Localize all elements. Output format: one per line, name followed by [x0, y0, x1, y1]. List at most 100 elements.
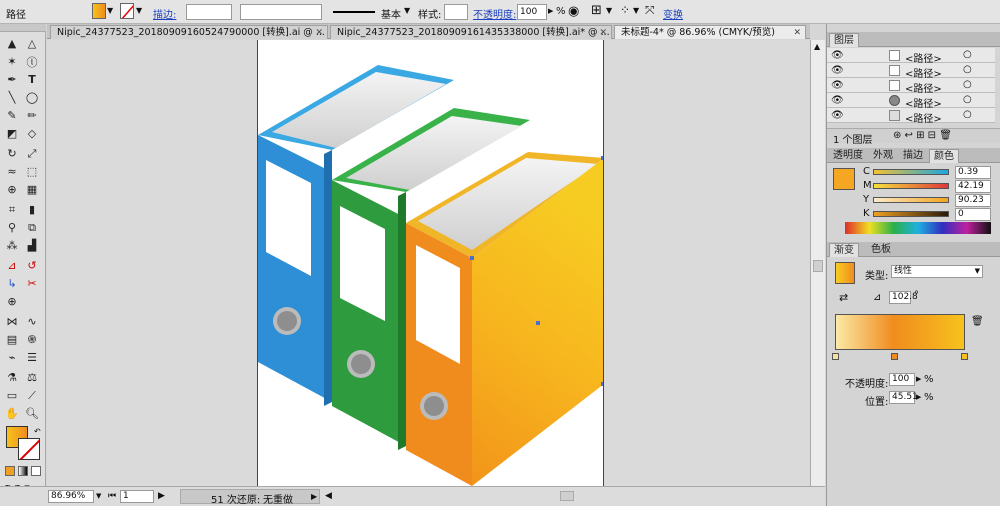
- width-tool-icon[interactable]: ⋈: [4, 314, 20, 329]
- stroke-indicator[interactable]: [18, 438, 40, 460]
- m-slider[interactable]: [873, 183, 949, 189]
- target-circle-icon[interactable]: ○: [963, 94, 972, 105]
- twirl-icon[interactable]: ֍: [24, 332, 40, 347]
- page-field[interactable]: 1: [120, 490, 154, 503]
- selection-tool-icon[interactable]: ▲: [4, 36, 20, 51]
- fill-color-swatch[interactable]: [92, 3, 106, 19]
- align-dropdown-icon[interactable]: ▼: [606, 6, 612, 15]
- crop-icon[interactable]: ▭: [4, 388, 20, 403]
- warp-wave-icon[interactable]: ∿: [24, 314, 40, 329]
- none-mode-button[interactable]: [31, 466, 41, 476]
- line-tool-icon[interactable]: ╲: [4, 90, 20, 105]
- blob-brush-icon[interactable]: ◩: [4, 126, 20, 141]
- close-icon[interactable]: ✕: [793, 26, 801, 39]
- gradient-location-field[interactable]: 45.51: [889, 391, 918, 404]
- pen-tool-icon[interactable]: ✒: [4, 72, 20, 87]
- scroll-thumb[interactable]: [813, 260, 823, 272]
- stroke-weight-field[interactable]: [186, 4, 232, 20]
- layer-footer-icons[interactable]: ⊛ ↩ ⊞ ⊟ 🗑︎: [893, 130, 952, 141]
- color-spectrum-bar[interactable]: [845, 222, 991, 234]
- direct-selection-tool-icon[interactable]: △: [24, 36, 40, 51]
- shape-builder-icon[interactable]: ⊕: [4, 182, 20, 197]
- layer-row[interactable]: 👁︎ <路径> ○: [827, 63, 995, 80]
- scroll-up-icon[interactable]: ▲: [814, 42, 820, 51]
- gradient-stop-mid[interactable]: [891, 353, 898, 360]
- column-graph-icon[interactable]: ▟: [24, 238, 40, 253]
- paintbrush-icon[interactable]: ✎: [4, 108, 20, 123]
- perspective-grid-icon[interactable]: ▦: [24, 182, 40, 197]
- reverse-gradient-icon[interactable]: ⇄: [839, 291, 848, 304]
- free-transform-icon[interactable]: ⬚: [24, 164, 40, 179]
- status-menu-icon[interactable]: ▶: [311, 492, 317, 501]
- hand-tool-icon[interactable]: ✋: [4, 406, 20, 421]
- zoom-field[interactable]: 86.96%: [48, 490, 94, 503]
- tab-appearance[interactable]: 外观: [869, 149, 897, 163]
- brush-dropdown-icon[interactable]: ▼: [404, 6, 410, 15]
- graph-line-icon[interactable]: ⌁: [4, 350, 20, 365]
- doc-tab-active[interactable]: 未标题-4* @ 86.96% (CMYK/预览) ✕: [614, 25, 806, 39]
- variable-width-field[interactable]: [240, 4, 322, 20]
- target-circle-icon[interactable]: ○: [963, 109, 972, 120]
- delete-stop-icon[interactable]: 🗑︎: [971, 316, 984, 327]
- gradient-preview-swatch[interactable]: [835, 262, 855, 284]
- stroke-label-link[interactable]: 描边:: [153, 6, 176, 21]
- gradient-location-arrow[interactable]: ▶: [916, 393, 921, 401]
- fill-swap-icon[interactable]: ↶: [34, 427, 41, 436]
- gradient-mode-button[interactable]: [18, 466, 28, 476]
- scale-tool-icon[interactable]: ⤢: [24, 146, 40, 161]
- scroll-left-icon[interactable]: ◀: [325, 491, 332, 501]
- close-icon[interactable]: ✕: [315, 26, 323, 39]
- close-icon[interactable]: ✕: [599, 26, 607, 39]
- target-circle-icon[interactable]: ○: [963, 79, 972, 90]
- type-tool-icon[interactable]: T: [24, 72, 40, 87]
- target-circle-icon[interactable]: ○: [963, 49, 972, 60]
- knife-icon[interactable]: ⟋: [24, 388, 40, 403]
- eye-icon[interactable]: 👁︎: [831, 65, 844, 76]
- c-value[interactable]: 0.39: [955, 166, 991, 179]
- measure-icon[interactable]: ⚖: [24, 370, 40, 385]
- transform-link[interactable]: 变换: [663, 6, 683, 21]
- ellipse-tool-icon[interactable]: ◯: [24, 90, 40, 105]
- mesh-grid-icon[interactable]: ▤: [4, 332, 20, 347]
- tab-stroke[interactable]: 描边: [899, 149, 927, 163]
- layers-tab[interactable]: 图层: [829, 33, 859, 47]
- c-slider[interactable]: [873, 169, 949, 175]
- tab-color[interactable]: 颜色: [929, 149, 959, 163]
- opacity-field[interactable]: 100: [517, 4, 547, 20]
- gradient-opacity-field[interactable]: 100: [889, 373, 915, 386]
- m-value[interactable]: 42.19: [955, 180, 991, 193]
- eye-icon[interactable]: 👁︎: [831, 110, 844, 121]
- gradient-ramp[interactable]: [835, 314, 965, 350]
- eraser-icon[interactable]: ◇: [24, 126, 40, 141]
- opacity-label-link[interactable]: 不透明度:: [473, 6, 516, 21]
- eye-icon[interactable]: 👁︎: [831, 50, 844, 61]
- layer-row[interactable]: 👁︎ <路径> ○: [827, 48, 995, 65]
- k-slider[interactable]: [873, 211, 949, 217]
- gradient-stop-left[interactable]: [832, 353, 839, 360]
- pencil-icon[interactable]: ✏: [24, 108, 40, 123]
- doc-tab[interactable]: Nipic_24377523_20180909161435338000 [转换]…: [330, 25, 612, 39]
- style-swatch[interactable]: [444, 4, 468, 20]
- first-page-icon[interactable]: ⏮: [108, 491, 116, 501]
- layer-row[interactable]: 👁︎ <路径> ○: [827, 108, 995, 125]
- zoom-dropdown-icon[interactable]: ▼: [96, 492, 101, 500]
- artboard-tool-icon[interactable]: ⊿: [4, 258, 20, 273]
- warp-tool-icon[interactable]: ≈: [4, 164, 20, 179]
- brush-line-preview[interactable]: [333, 11, 375, 13]
- slice-tool-icon[interactable]: ↺: [24, 258, 40, 273]
- move-dropdown-icon[interactable]: ▼: [633, 6, 639, 15]
- zoom-tool-icon[interactable]: 🔍︎: [24, 406, 40, 421]
- stroke-dropdown-icon[interactable]: ▼: [136, 6, 142, 15]
- magic-wand-icon[interactable]: ✶: [4, 54, 20, 69]
- vertical-scrollbar[interactable]: ▲: [810, 40, 825, 486]
- recolor-icon[interactable]: ◉: [568, 4, 579, 19]
- y-value[interactable]: 90.23: [955, 194, 991, 207]
- isolate-icon[interactable]: ⤧: [645, 3, 655, 18]
- layer-row[interactable]: 👁︎ <路径> ○: [827, 78, 995, 95]
- rotate-tool-icon[interactable]: ↻: [4, 146, 20, 161]
- eyedropper-alt-icon[interactable]: ⚗: [4, 370, 20, 385]
- gradient-type-select[interactable]: 线性 ▼: [891, 265, 983, 278]
- gradient-tool-icon[interactable]: ▮: [24, 202, 40, 217]
- align-grid-icon[interactable]: ⊞: [591, 3, 602, 18]
- color-mode-button[interactable]: [5, 466, 15, 476]
